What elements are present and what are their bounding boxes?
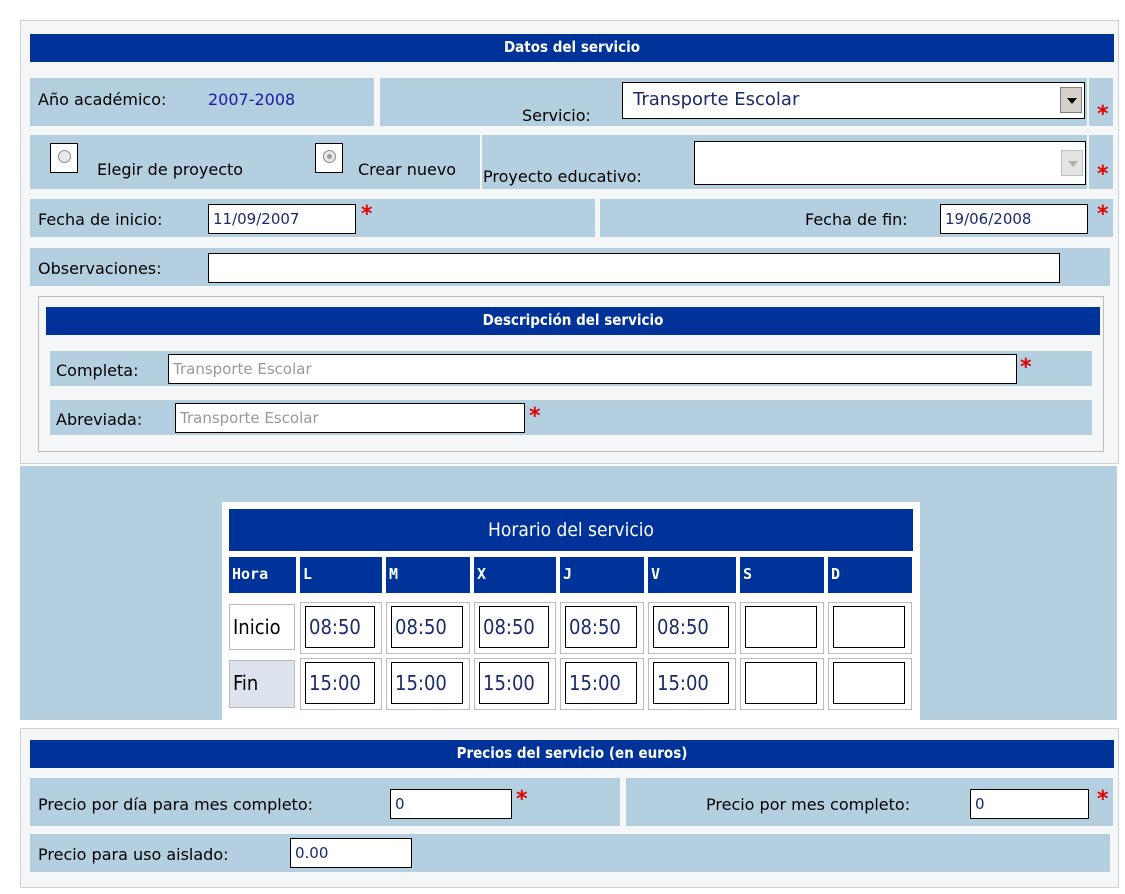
completa-label: Completa:: [56, 361, 139, 380]
fecha-inicio-label: Fecha de inicio:: [38, 210, 163, 229]
horario-fin-m-input[interactable]: 15:00: [391, 662, 463, 704]
precio-dia-input[interactable]: 0: [390, 789, 512, 819]
abreviada-required-mark: *: [529, 404, 541, 429]
proyecto-label: Proyecto educativo:: [483, 167, 642, 186]
ano-value: 2007-2008: [208, 90, 296, 109]
fecha-fin-required-mark: *: [1097, 202, 1109, 227]
horario-fin-j-input[interactable]: 15:00: [565, 662, 637, 704]
horario-fin-x-input[interactable]: 15:00: [479, 662, 549, 704]
horario-fin-d-input[interactable]: [833, 662, 905, 704]
fecha-fin-input[interactable]: 19/06/2008: [940, 204, 1088, 234]
precio-dia-label: Precio por día para mes completo:: [38, 795, 314, 814]
horario-fin-v-input[interactable]: 15:00: [653, 662, 729, 704]
radio-elegir[interactable]: [50, 143, 78, 173]
radio-crear-label: Crear nuevo: [358, 160, 457, 179]
datos-header: Datos del servicio: [30, 34, 1114, 62]
horario-col-s: S: [740, 557, 824, 593]
horario-col-j: J: [560, 557, 644, 593]
servicio-select-value: Transporte Escolar: [633, 89, 800, 110]
horario-inicio-x-input[interactable]: 08:50: [479, 606, 549, 648]
proyecto-required-mark: *: [1097, 162, 1109, 187]
radio-crear-dot: [323, 150, 336, 163]
horario-inicio-m-input[interactable]: 08:50: [391, 606, 463, 648]
servicio-required-mark: *: [1097, 102, 1109, 127]
radio-elegir-label: Elegir de proyecto: [97, 160, 244, 179]
horario-col-hora: Hora: [229, 557, 296, 593]
proyecto-select[interactable]: [694, 141, 1086, 185]
observaciones-label: Observaciones:: [38, 259, 162, 278]
horario-title: Horario del servicio: [229, 509, 913, 551]
precio-mes-label: Precio por mes completo:: [706, 795, 911, 814]
chevron-down-icon[interactable]: [1061, 150, 1083, 176]
abreviada-input[interactable]: Transporte Escolar: [175, 403, 525, 433]
horario-inicio-v-input[interactable]: 08:50: [653, 606, 729, 648]
completa-required-mark: *: [1020, 355, 1032, 380]
precio-dia-required-mark: *: [516, 787, 528, 812]
ano-label: Año académico:: [38, 90, 167, 109]
horario-col-x: X: [474, 557, 556, 593]
horario-col-l: L: [300, 557, 382, 593]
precio-mes-required-mark: *: [1097, 787, 1109, 812]
inicio-label: Inicio: [229, 604, 295, 650]
fecha-fin-label: Fecha de fin:: [805, 210, 908, 229]
precio-mes-input[interactable]: 0: [970, 789, 1089, 819]
precios-header: Precios del servicio (en euros): [30, 740, 1114, 768]
horario-inicio-l-input[interactable]: 08:50: [305, 606, 375, 648]
horario-inicio-s-input[interactable]: [745, 606, 817, 648]
horario-col-m: M: [386, 557, 470, 593]
servicio-select[interactable]: Transporte Escolar: [622, 82, 1085, 119]
descripcion-header: Descripción del servicio: [46, 307, 1100, 335]
servicio-label: Servicio:: [522, 106, 591, 125]
horario-col-v: V: [648, 557, 736, 593]
fecha-inicio-input[interactable]: 11/09/2007: [208, 204, 356, 234]
horario-col-d: D: [828, 557, 912, 593]
radio-elegir-dot: [58, 150, 71, 163]
precio-aislado-label: Precio para uso aislado:: [38, 845, 229, 864]
fin-label: Fin: [229, 660, 295, 708]
horario-inicio-j-input[interactable]: 08:50: [565, 606, 637, 648]
fecha-inicio-required-mark: *: [361, 202, 373, 227]
completa-input[interactable]: Transporte Escolar: [168, 354, 1017, 384]
radio-crear[interactable]: [315, 143, 343, 173]
horario-fin-s-input[interactable]: [745, 662, 817, 704]
horario-fin-l-input[interactable]: 15:00: [305, 662, 375, 704]
observaciones-input[interactable]: [208, 253, 1060, 283]
abreviada-label: Abreviada:: [56, 410, 143, 429]
precio-aislado-input[interactable]: 0.00: [290, 838, 412, 868]
chevron-down-icon[interactable]: [1060, 87, 1082, 113]
horario-inicio-d-input[interactable]: [833, 606, 905, 648]
